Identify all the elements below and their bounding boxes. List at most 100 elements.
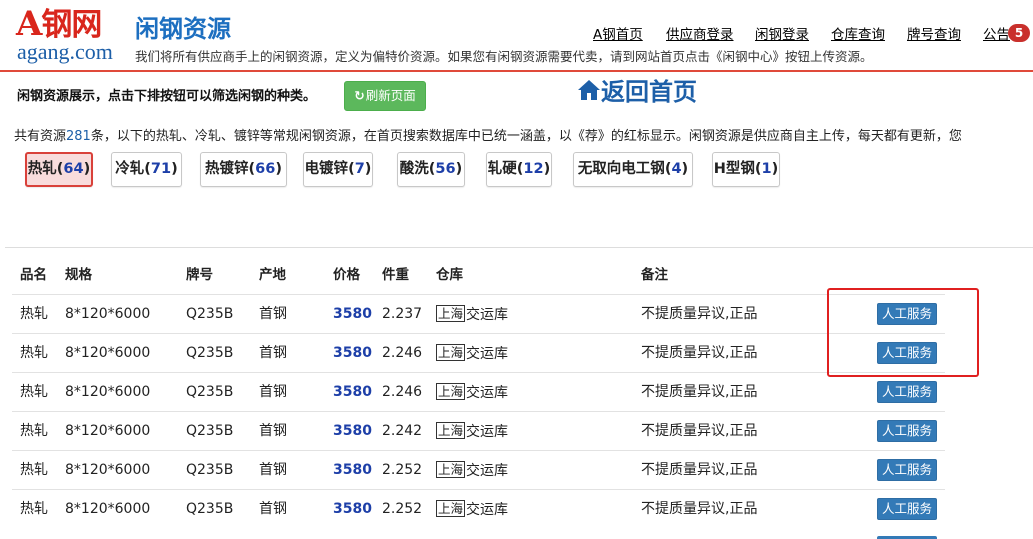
cell-price: 3580 <box>333 462 372 478</box>
cell-grade: Q235B <box>186 384 234 400</box>
warehouse-name: 交运库 <box>466 424 509 440</box>
page-title: 闲钢资源 <box>135 15 231 43</box>
cell-weight: 2.242 <box>382 423 423 439</box>
cell-warehouse: 上海 交运库 <box>436 305 508 324</box>
warehouse-city-tag: 上海 <box>436 422 466 439</box>
cell-spec: 8*120*6000 <box>65 462 151 478</box>
cell-weight: 2.237 <box>382 306 423 322</box>
page-description: 我们将所有供应商手上的闲钢资源，定义为偏特价资源。如果您有闲钢资源需要代卖，请到… <box>135 49 873 64</box>
warehouse-name: 交运库 <box>466 502 509 518</box>
col-grade: 牌号 <box>186 267 213 283</box>
home-icon <box>577 78 601 110</box>
filter-label: 热轧 <box>27 161 57 177</box>
intro-text: 闲钢资源展示，点击下排按钮可以筛选闲钢的种类。 <box>17 89 317 104</box>
cell-origin: 首钢 <box>259 423 287 439</box>
filter-button[interactable]: 热镀锌(66) <box>200 152 287 187</box>
filter-count: 71 <box>150 161 172 177</box>
nav-supplier-login[interactable]: 供应商登录 <box>666 26 734 44</box>
warehouse-city-tag: 上海 <box>436 344 466 361</box>
cell-price: 3580 <box>333 306 372 322</box>
filter-count: 66 <box>255 161 276 177</box>
cell-grade: Q235B <box>186 306 234 322</box>
refresh-button[interactable]: ↻刷新页面 <box>344 81 426 111</box>
home-link[interactable]: 返回首页 <box>577 76 697 108</box>
filter-button[interactable]: 轧硬(12) <box>486 152 552 187</box>
filter-label: 无取向电工钢 <box>577 161 665 177</box>
filter-button[interactable]: 酸洗(56) <box>397 152 465 187</box>
col-warehouse: 仓库 <box>436 267 463 283</box>
warehouse-city-tag: 上海 <box>436 383 466 400</box>
nav-home[interactable]: A钢首页 <box>593 26 643 44</box>
nav-grade-query[interactable]: 牌号查询 <box>907 26 961 44</box>
filter-count: 4 <box>671 161 682 177</box>
refresh-label: 刷新页面 <box>365 88 416 103</box>
warehouse-city-tag: 上海 <box>436 305 466 322</box>
manual-service-button[interactable]: 人工服务 <box>877 303 937 325</box>
cell-product: 热轧 <box>20 306 48 322</box>
nav-warehouse-query[interactable]: 仓库查询 <box>831 26 885 44</box>
cell-note: 不提质量异议,正品 <box>641 501 758 517</box>
site-logo[interactable]: A钢网 agang.com <box>16 6 124 64</box>
cell-origin: 首钢 <box>259 462 287 478</box>
cell-warehouse: 上海 交运库 <box>436 344 508 363</box>
warehouse-city-tag: 上海 <box>436 500 466 517</box>
filter-label: 热镀锌 <box>205 161 249 177</box>
nav-idle-steel-login[interactable]: 闲钢登录 <box>755 26 809 44</box>
cell-warehouse: 上海 交运库 <box>436 461 508 480</box>
filter-label: 电镀锌 <box>304 161 349 177</box>
resource-summary: 共有资源281条，以下的热轧、冷轧、镀锌等常规闲钢资源，在首页搜索数据库中已统一… <box>14 129 962 144</box>
home-label: 返回首页 <box>601 78 697 106</box>
filter-label: 冷轧 <box>115 161 145 177</box>
cell-weight: 2.246 <box>382 384 423 400</box>
filter-label: H型钢 <box>713 161 755 177</box>
cell-note: 不提质量异议,正品 <box>641 384 758 400</box>
filter-button[interactable]: 热轧(64) <box>25 152 93 187</box>
filter-button[interactable]: 冷轧(71) <box>111 152 182 187</box>
col-product: 品名 <box>20 267 47 283</box>
cell-note: 不提质量异议,正品 <box>641 345 758 361</box>
warehouse-name: 交运库 <box>466 385 509 401</box>
manual-service-button[interactable]: 人工服务 <box>877 381 937 403</box>
logo-domain: agang.com <box>17 39 113 64</box>
cell-weight: 2.252 <box>382 462 423 478</box>
filter-label: 轧硬 <box>487 161 517 177</box>
col-note: 备注 <box>641 267 668 283</box>
cell-price: 3580 <box>333 384 372 400</box>
manual-service-button[interactable]: 人工服务 <box>877 498 937 520</box>
filter-button[interactable]: 电镀锌(7) <box>303 152 373 187</box>
table-row: 热轧 8*120*6000 Q235B 首钢 3580 2.246 不提质量异议,正品 上海交… <box>12 372 945 411</box>
filter-button[interactable]: H型钢(1) <box>712 152 780 187</box>
cell-spec: 8*120*6000 <box>65 423 151 439</box>
cell-spec: 8*120*6000 <box>65 345 151 361</box>
cell-spec: 8*120*6000 <box>65 384 151 400</box>
warehouse-city-tag: 上海 <box>436 461 466 478</box>
manual-service-button[interactable]: 人工服务 <box>877 420 937 442</box>
site-header: A钢网 agang.com 闲钢资源 我们将所有供应商手上的闲钢资源，定义为偏特… <box>0 0 1033 72</box>
cell-weight: 2.252 <box>382 501 423 517</box>
resource-count: 281 <box>66 129 91 144</box>
table-row: 热轧 8*120*6000 Q235B 首钢 3580 2.246 不提质量异议,正品 上海交… <box>12 333 945 372</box>
cell-price: 3580 <box>333 345 372 361</box>
manual-service-button[interactable]: 人工服务 <box>877 342 937 364</box>
warehouse-name: 交运库 <box>466 463 509 479</box>
filter-count: 12 <box>523 161 544 177</box>
manual-service-button[interactable]: 人工服务 <box>877 459 937 481</box>
filter-count: 7 <box>354 161 365 177</box>
cell-product: 热轧 <box>20 345 48 361</box>
cell-grade: Q235B <box>186 462 234 478</box>
filter-count: 56 <box>435 161 456 177</box>
warehouse-name: 交运库 <box>466 346 509 362</box>
col-spec: 规格 <box>65 267 92 283</box>
warehouse-name: 交运库 <box>466 307 509 323</box>
cell-origin: 首钢 <box>259 384 287 400</box>
cell-price: 3580 <box>333 423 372 439</box>
table-row: 热轧 8*120*6000 Q235B 首钢 3580 2.242 不提质量异议,正品 上海交… <box>12 411 945 450</box>
table-row: 热轧 8*120*6000 Q235B 首钢 3580 2.252 不提质量异议,正品 上海交… <box>12 489 945 528</box>
cell-warehouse: 上海 交运库 <box>436 422 508 441</box>
cell-grade: Q235B <box>186 345 234 361</box>
logo-letter: A <box>16 4 42 44</box>
col-price: 价格 <box>333 267 360 283</box>
cell-note: 不提质量异议,正品 <box>641 423 758 439</box>
filter-button[interactable]: 无取向电工钢(4) <box>573 152 693 187</box>
nav-announcement[interactable]: 公告 <box>983 26 1010 44</box>
